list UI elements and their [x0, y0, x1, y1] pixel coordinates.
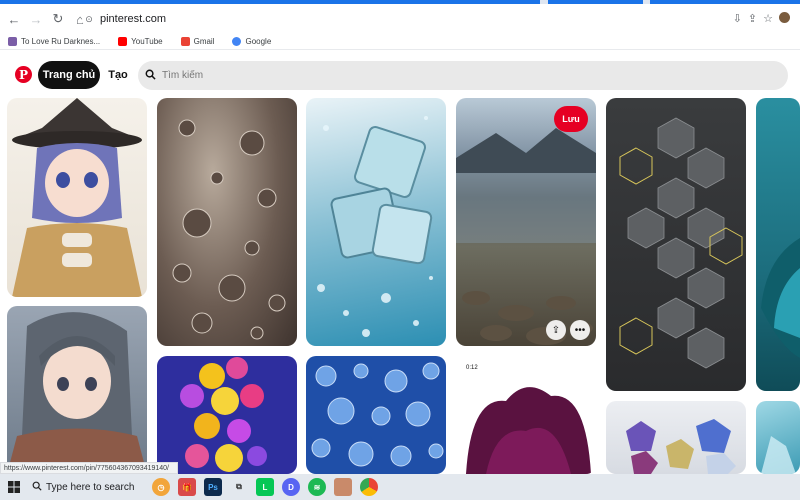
bookmark-gmail[interactable]: Gmail	[180, 37, 214, 46]
pin-ice-cubes[interactable]	[306, 98, 446, 346]
pin-hexagons[interactable]	[606, 98, 746, 391]
pin-gemstones[interactable]	[606, 401, 746, 474]
google-icon	[232, 37, 242, 46]
discord-icon[interactable]: D	[282, 478, 300, 496]
save-button[interactable]: Lưu	[554, 106, 588, 132]
pin-anime-girl-gray[interactable]	[7, 306, 147, 474]
pin-candy-balls[interactable]	[157, 356, 297, 474]
blue-bubbles-image	[311, 362, 444, 467]
bookmark-google[interactable]: Google	[232, 37, 271, 46]
share-icon[interactable]: ⇪	[748, 12, 757, 25]
lake-stones-image	[456, 128, 596, 345]
youtube-icon	[118, 37, 128, 46]
browser-toolbar: ← → ↻ ⌂ ⊙ pinterest.com ⇩ ⇪ ☆	[0, 4, 800, 34]
search-input[interactable]: Tìm kiếm	[138, 61, 788, 90]
search-placeholder: Tìm kiếm	[162, 70, 204, 81]
pinterest-logo-icon[interactable]: P	[15, 66, 32, 83]
toolbar-actions: ⇩ ⇪ ☆	[733, 12, 790, 25]
chrome-icon[interactable]	[360, 478, 378, 496]
home-button[interactable]: Trang chủ	[38, 61, 100, 89]
url-text: pinterest.com	[100, 13, 167, 25]
hexagons-image	[619, 117, 743, 369]
taskbar-search-placeholder: Type here to search	[46, 481, 135, 493]
pin-anime-witch[interactable]	[7, 98, 147, 297]
back-icon[interactable]: ←	[4, 9, 24, 29]
spotify-icon[interactable]: ≋	[308, 478, 326, 496]
bookmark-star-icon[interactable]: ☆	[763, 12, 773, 25]
windows-taskbar: Type here to search ◷ 🎁 Ps ⧉ L D ≋	[0, 474, 800, 500]
site-info-icon[interactable]: ⊙	[82, 14, 96, 25]
share-pin-icon[interactable]: ⇪	[546, 320, 566, 340]
to-love-ru-favicon	[8, 37, 17, 46]
bookmarks-bar: To Love Ru Darknes... YouTube Gmail Goog…	[0, 34, 800, 50]
teal-leaf-image	[761, 238, 800, 358]
photoshop-icon[interactable]: Ps	[204, 478, 222, 496]
forward-icon[interactable]: →	[26, 9, 46, 29]
windows-start-icon[interactable]	[0, 481, 28, 493]
bookmark-youtube[interactable]: YouTube	[118, 37, 163, 46]
video-duration: 0:12	[462, 364, 482, 372]
reload-icon[interactable]: ↻	[48, 9, 68, 29]
taskbar-search-icon	[28, 481, 46, 494]
pinterest-header: P Trang chủ Tạo Tìm kiếm	[0, 52, 800, 98]
pin-teal-leaf[interactable]	[756, 98, 800, 391]
candy-balls-image	[180, 357, 267, 472]
pin-blue-bubbles[interactable]	[306, 356, 446, 474]
pin-purple-ink[interactable]: 0:12	[456, 356, 596, 474]
gemstones-image	[626, 419, 736, 474]
link-status-bubble: https://www.pinterest.com/pin/7756043670…	[0, 462, 178, 474]
search-icon	[138, 69, 162, 83]
bookmark-to-love-ru[interactable]: To Love Ru Darknes...	[8, 37, 100, 46]
anime-girl-gray-image	[7, 312, 147, 474]
gmail-icon	[180, 37, 190, 46]
gift-icon[interactable]: 🎁	[178, 478, 196, 496]
ice-cubes-image	[317, 116, 433, 337]
pin-water-drops[interactable]	[157, 98, 297, 346]
more-options-icon[interactable]: •••	[570, 320, 590, 340]
pin-grid: Lưu ⇪ ••• 0:12	[0, 98, 800, 474]
teal-crystal-image	[761, 436, 796, 474]
photo-icon[interactable]	[334, 478, 352, 496]
taskbar-search-input[interactable]: Type here to search	[28, 474, 148, 500]
profile-icon[interactable]	[779, 12, 790, 23]
multitask-icon[interactable]: ⧉	[230, 478, 248, 496]
create-button[interactable]: Tạo	[108, 61, 128, 89]
anime-witch-image	[12, 98, 142, 297]
pin-teal-crystal[interactable]	[756, 401, 800, 474]
line-icon[interactable]: L	[256, 478, 274, 496]
install-app-icon[interactable]: ⇩	[733, 12, 742, 25]
address-bar[interactable]: ⊙ pinterest.com	[82, 9, 772, 29]
water-drops-image	[172, 119, 286, 340]
clock-icon[interactable]: ◷	[152, 478, 170, 496]
purple-ink-image	[466, 387, 591, 474]
pin-lake-stones[interactable]: Lưu ⇪ •••	[456, 98, 596, 346]
